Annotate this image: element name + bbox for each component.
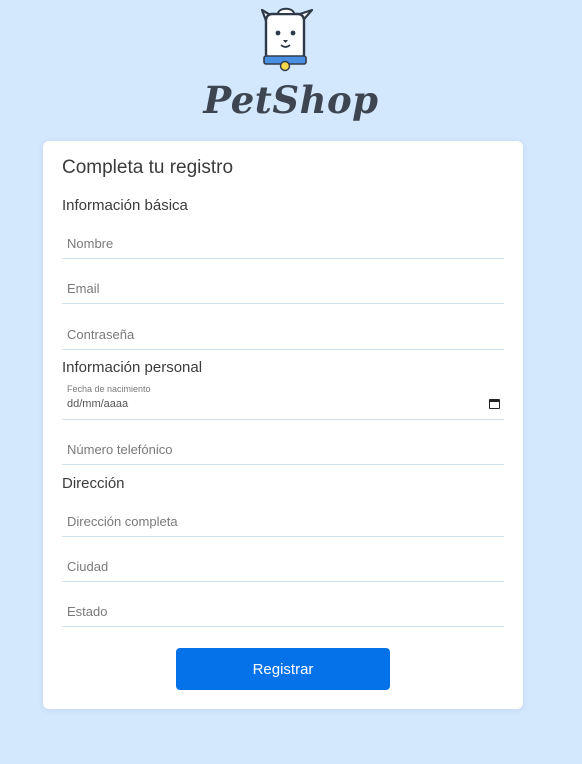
header: PetShop bbox=[0, 0, 582, 140]
phone-field-wrapper bbox=[62, 435, 504, 465]
birthdate-label: Fecha de nacimiento bbox=[67, 384, 151, 394]
name-input[interactable] bbox=[62, 229, 504, 258]
email-field-wrapper bbox=[62, 274, 504, 304]
full-address-input[interactable] bbox=[62, 507, 504, 536]
city-field-wrapper bbox=[62, 552, 504, 582]
state-input[interactable] bbox=[62, 597, 504, 626]
section-basic-info: Información básica bbox=[62, 197, 188, 214]
dog-logo-icon bbox=[260, 7, 314, 72]
form-title: Completa tu registro bbox=[62, 157, 234, 178]
email-input[interactable] bbox=[62, 274, 504, 303]
section-address: Dirección bbox=[62, 475, 125, 492]
registration-card: Completa tu registro Información básica … bbox=[43, 141, 523, 709]
password-field-wrapper bbox=[62, 320, 504, 350]
register-button[interactable]: Registrar bbox=[176, 648, 390, 690]
password-input[interactable] bbox=[62, 320, 504, 349]
state-field-wrapper bbox=[62, 597, 504, 627]
address-field-wrapper bbox=[62, 507, 504, 537]
calendar-icon[interactable] bbox=[489, 399, 500, 409]
section-personal-info: Información personal bbox=[62, 359, 203, 376]
birthdate-field[interactable]: Fecha de nacimiento dd/mm/aaaa bbox=[62, 384, 504, 420]
city-input[interactable] bbox=[62, 552, 504, 581]
name-field-wrapper bbox=[62, 229, 504, 259]
birthdate-value[interactable]: dd/mm/aaaa bbox=[67, 398, 128, 410]
phone-input[interactable] bbox=[62, 435, 504, 464]
brand-name: PetShop bbox=[203, 78, 379, 122]
